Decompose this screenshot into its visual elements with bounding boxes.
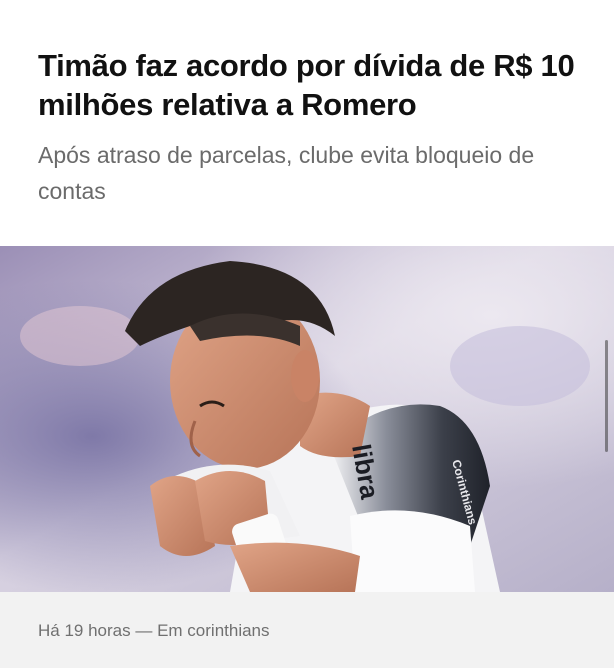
player-photo-illustration: libra Corinthians — [0, 246, 614, 592]
meta-separator: — — [130, 621, 158, 640]
article-header: Timão faz acordo por dívida de R$ 10 mil… — [0, 0, 614, 246]
article-subheadline: Após atraso de parcelas, clube evita blo… — [38, 142, 535, 204]
article-headline[interactable]: Timão faz acordo por dívida de R$ 10 mil… — [38, 46, 598, 124]
scrollbar-thumb[interactable] — [605, 340, 608, 452]
article-time: Há 19 horas — [38, 621, 131, 640]
article-photo[interactable]: libra Corinthians — [0, 246, 614, 592]
article-meta: Há 19 horas — Em corinthians — [38, 620, 270, 642]
article-section-link[interactable]: Em corinthians — [157, 621, 269, 640]
